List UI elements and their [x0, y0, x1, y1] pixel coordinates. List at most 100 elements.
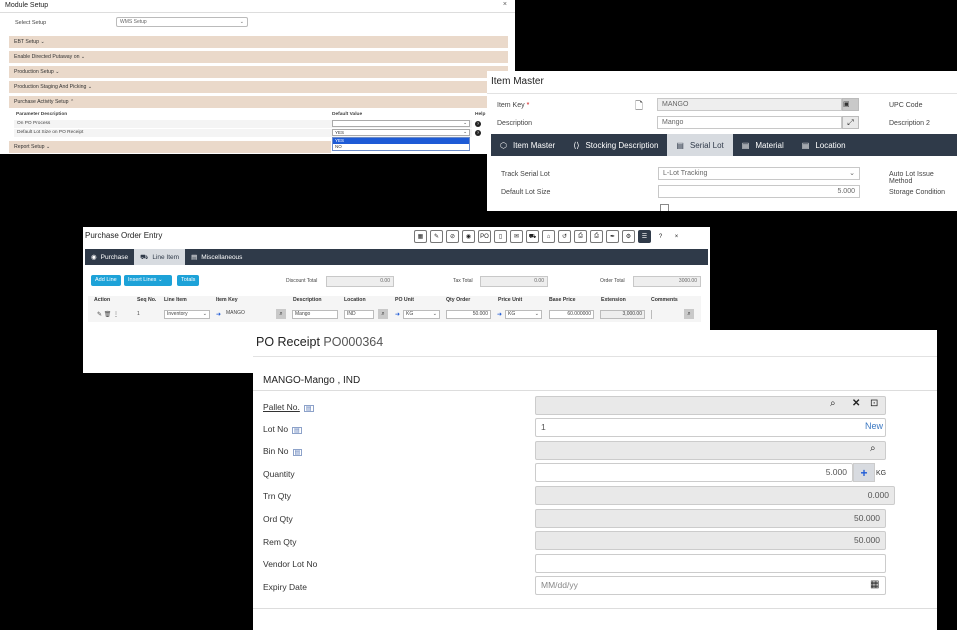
open-icon[interactable]: ⊡ [870, 398, 878, 409]
truck-icon[interactable]: ⛟ [526, 230, 539, 243]
print-icon[interactable]: ⎙ [590, 230, 603, 243]
description-field[interactable]: Mango [657, 116, 842, 129]
qty-order-cell[interactable]: 50.000 [446, 310, 491, 319]
price-unit-select[interactable]: KG ⌄ [505, 310, 542, 319]
tab-material[interactable]: ▤ Material [733, 134, 793, 156]
tab-line-item[interactable]: ⛟ Line Item [134, 249, 186, 265]
base-price-cell[interactable]: 60.000000 [549, 310, 594, 319]
po-unit-select[interactable]: KG ⌄ [403, 310, 440, 319]
tab-purchase[interactable]: ◉ Purchase [85, 249, 134, 265]
default-lot-size-label: Default Lot Size [501, 189, 551, 196]
expand-icon[interactable]: ⤢ [842, 116, 859, 129]
expiry-date-field[interactable]: MM/dd/yy [535, 576, 886, 595]
tab-item-master[interactable]: ⬡ Item Master [491, 134, 564, 156]
close-icon[interactable]: × [670, 230, 683, 243]
edit-list-icon[interactable]: ✎ [430, 230, 443, 243]
section-purchase-activity-setup[interactable]: Purchase Activity Setup ⌃ [9, 96, 508, 108]
help-icon[interactable]: ? [475, 130, 481, 136]
tab-miscellaneous[interactable]: ▤ Miscellaneous [185, 249, 248, 265]
inbox-icon[interactable]: ⎙ [574, 230, 587, 243]
search-icon[interactable]: ⌕ [870, 443, 876, 454]
totals-button[interactable]: Totals [177, 275, 200, 286]
upc-code-label: UPC Code [889, 102, 923, 109]
vendor-lot-no-field[interactable] [535, 554, 886, 573]
insert-lines-button[interactable]: Insert Lines ⌄ [124, 275, 172, 286]
lot-no-field[interactable]: 1 [535, 418, 886, 437]
clear-icon[interactable]: ✕ [852, 398, 860, 409]
document-icon[interactable]: ▯ [494, 230, 507, 243]
section-label: Purchase Activity Setup [14, 99, 69, 105]
search-icon[interactable]: ⌕ [830, 398, 836, 409]
section-production-setup[interactable]: Production Setup ⌄ [9, 66, 508, 78]
module-setup-title: Module Setup [5, 2, 49, 9]
plus-icon[interactable]: + [853, 463, 875, 482]
toolbar: ▦ ✎ ⊘ ◉ PO ▯ ✉ ⛟ ⌂ ↺ ⎙ ⎙ ✒ ⚙ ☰ ? × [414, 230, 683, 243]
default-lot-size-field[interactable]: 5.000 [658, 185, 860, 198]
section-directed-putaway[interactable]: Enable Directed Putaway on ⌄ [9, 51, 508, 63]
list-icon[interactable]: ☰ [638, 230, 651, 243]
help-icon[interactable]: ? [654, 230, 667, 243]
item-key-cell[interactable]: MANGO [224, 310, 276, 319]
section-ebt-setup[interactable]: EBT Setup ⌄ [9, 36, 508, 48]
history-icon[interactable]: ↺ [558, 230, 571, 243]
close-icon[interactable]: × [503, 1, 507, 8]
calculator-icon[interactable]: ▦ [414, 230, 427, 243]
tab-label: Stocking Description [585, 140, 659, 150]
chevron-down-icon: ⌄ [46, 144, 51, 150]
receipt-icon[interactable]: ⌂ [542, 230, 555, 243]
settings-icon[interactable]: ⚙ [622, 230, 635, 243]
quantity-field[interactable]: 5.000 [535, 463, 853, 482]
new-lot-link[interactable]: New [865, 421, 883, 431]
rem-qty-label: Rem Qty [263, 537, 297, 547]
location-cell[interactable]: IND [344, 310, 374, 319]
order-total-label: Order Total [600, 278, 625, 284]
section-production-staging[interactable]: Production Staging And Picking ⌄ [9, 81, 508, 93]
arrow-icon: ➜ [395, 312, 401, 318]
select-setup-dropdown[interactable]: WMS Setup ⌄ [116, 17, 248, 27]
po-icon[interactable]: PO [478, 230, 491, 243]
title-text: PO Receipt [256, 335, 320, 349]
item-key-field[interactable]: MANGO [657, 98, 842, 111]
param-label: Default Lot Size on PO Receipt [17, 130, 84, 135]
divider [487, 93, 957, 94]
tab-location[interactable]: ▤ Location [793, 134, 855, 156]
chevron-down-icon: ⌄ [80, 54, 86, 60]
dropdown-option-no[interactable]: NO [333, 144, 469, 150]
cancel-icon[interactable]: ⊘ [446, 230, 459, 243]
calendar-icon[interactable]: ▦ [870, 579, 879, 590]
search-icon[interactable]: ⌕ [378, 309, 388, 319]
ord-qty-field: 50.000 [535, 509, 886, 528]
tab-serial-lot[interactable]: ▤ Serial Lot [667, 134, 733, 156]
checkbox[interactable] [660, 204, 669, 211]
description-cell[interactable]: Mango [292, 310, 338, 319]
more-icon[interactable]: ⋮ [113, 312, 119, 318]
comments-cell[interactable] [651, 310, 681, 319]
column-header: Action [94, 297, 111, 303]
column-header: Comments [651, 297, 678, 303]
track-serial-lot-select[interactable]: L-Lot Tracking ⌄ [658, 167, 860, 180]
search-icon[interactable]: ⌕ [276, 309, 286, 319]
id-card-icon: ▤ [741, 140, 750, 150]
image-icon[interactable]: ▣ [842, 98, 859, 111]
mail-icon[interactable]: ✉ [510, 230, 523, 243]
param-value-select[interactable]: YES ⌄ [332, 129, 470, 136]
pallet-no-label[interactable]: Pallet No. ▤ [263, 402, 314, 412]
cart-icon: ⛟ [140, 253, 149, 261]
barcode-icon: ▤ [292, 427, 302, 434]
search-icon[interactable]: ⌕ [684, 309, 694, 319]
trash-icon[interactable]: 🗑 [104, 312, 112, 318]
document-icon[interactable]: 🗋 [635, 99, 643, 116]
section-report-setup[interactable]: Report Setup ⌄ [9, 141, 331, 153]
add-line-button[interactable]: Add Line [91, 275, 121, 286]
pen-icon[interactable]: ✒ [606, 230, 619, 243]
ord-qty-label: Ord Qty [263, 514, 293, 524]
record-icon[interactable]: ◉ [462, 230, 475, 243]
line-item-select[interactable]: Inventory ⌄ [164, 310, 210, 319]
bin-no-label: Bin No ▤ [263, 446, 303, 456]
help-icon[interactable]: ? [475, 121, 481, 127]
tax-total-label: Tax Total [453, 278, 473, 284]
param-value-select[interactable]: ⌄ [332, 120, 470, 127]
edit-icon[interactable]: ✎ [97, 312, 102, 318]
tab-stocking-description[interactable]: ⟨⟩ Stocking Description [564, 134, 667, 156]
bin-no-field[interactable] [535, 441, 886, 460]
